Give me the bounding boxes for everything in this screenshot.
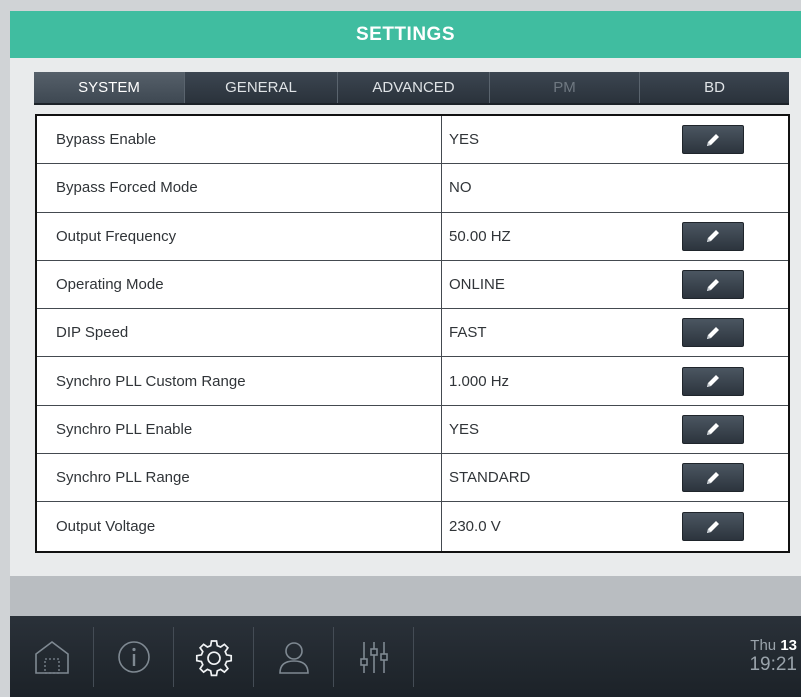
pencil-icon xyxy=(707,326,719,339)
pencil-icon xyxy=(707,133,719,146)
setting-value: YES xyxy=(449,131,480,149)
setting-value: 230.0 V xyxy=(449,518,501,536)
setting-action xyxy=(682,406,788,453)
edit-button[interactable] xyxy=(682,270,744,300)
tab-label: GENERAL xyxy=(225,79,297,96)
tab-label: ADVANCED xyxy=(372,79,455,96)
setting-action xyxy=(682,357,788,404)
settings-tabs: SYSTEM GENERAL ADVANCED PM BD xyxy=(34,72,789,105)
nav-home[interactable] xyxy=(10,626,94,687)
edit-button[interactable] xyxy=(682,512,744,542)
tab-system[interactable]: SYSTEM xyxy=(34,72,185,103)
tab-label: PM xyxy=(553,79,576,96)
tab-advanced[interactable]: ADVANCED xyxy=(338,72,490,103)
tab-pm: PM xyxy=(490,72,640,103)
clock-day: Thu xyxy=(750,636,777,654)
setting-label: Synchro PLL Range xyxy=(37,454,442,502)
user-icon xyxy=(278,641,309,674)
nav-controls[interactable] xyxy=(334,626,414,687)
settings-row-bypass-enable: Bypass Enable YES xyxy=(37,116,788,165)
setting-value: ONLINE xyxy=(449,276,505,294)
home-icon xyxy=(34,640,69,674)
setting-label: Output Voltage xyxy=(37,502,442,551)
setting-action xyxy=(682,502,788,550)
clock-day-date: Thu 13 xyxy=(749,637,797,654)
pencil-icon xyxy=(707,278,719,291)
footer-nav-bar: Thu 13 19:21 xyxy=(10,616,801,697)
settings-row-synchro-pll-range: Synchro PLL Range STANDARD xyxy=(37,454,788,503)
pencil-icon xyxy=(707,423,719,436)
settings-row-synchro-pll-enable: Synchro PLL Enable YES xyxy=(37,405,788,455)
info-icon xyxy=(117,640,150,673)
settings-row-bypass-forced-mode: Bypass Forced Mode NO xyxy=(37,164,788,213)
setting-label: Bypass Forced Mode xyxy=(37,164,442,212)
setting-label: DIP Speed xyxy=(37,309,442,357)
clock: Thu 13 19:21 xyxy=(749,637,801,676)
tab-label: BD xyxy=(704,79,725,96)
settings-header: SETTINGS xyxy=(10,11,801,58)
clock-time: 19:21 xyxy=(749,654,797,676)
settings-row-output-voltage: Output Voltage 230.0 V xyxy=(37,502,788,551)
edit-button[interactable] xyxy=(682,318,744,348)
settings-table: Bypass Enable YES Bypass Forced Mode NO … xyxy=(35,114,790,553)
nav-settings[interactable] xyxy=(174,626,254,687)
setting-value: FAST xyxy=(449,324,487,342)
setting-value: NO xyxy=(449,179,472,197)
nav-info[interactable] xyxy=(94,626,174,687)
setting-action xyxy=(682,309,788,356)
setting-action xyxy=(682,116,788,163)
edit-button[interactable] xyxy=(682,463,744,493)
clock-date: 13 xyxy=(780,636,797,654)
sliders-icon xyxy=(359,641,388,673)
setting-value: 1.000 Hz xyxy=(449,372,510,390)
setting-label: Output Frequency xyxy=(37,212,442,260)
settings-row-output-frequency: Output Frequency 50.00 HZ xyxy=(37,212,788,261)
edit-button[interactable] xyxy=(682,366,744,396)
tab-bd[interactable]: BD xyxy=(640,72,789,103)
pencil-icon xyxy=(707,471,719,484)
settings-row-dip-speed: DIP Speed FAST xyxy=(37,309,788,358)
nav-user[interactable] xyxy=(254,626,334,687)
pencil-icon xyxy=(707,375,719,388)
setting-label: Synchro PLL Enable xyxy=(37,405,442,454)
setting-value: STANDARD xyxy=(449,469,531,487)
settings-gear-icon xyxy=(195,639,232,676)
settings-row-operating-mode: Operating Mode ONLINE xyxy=(37,260,788,310)
page-title: SETTINGS xyxy=(355,23,455,45)
setting-label: Operating Mode xyxy=(37,260,442,309)
setting-value: 50.00 HZ xyxy=(449,227,511,245)
setting-label: Synchro PLL Custom Range xyxy=(37,357,442,405)
setting-action xyxy=(682,261,788,308)
setting-action xyxy=(682,454,788,501)
settings-row-synchro-pll-custom-range: Synchro PLL Custom Range 1.000 Hz xyxy=(37,357,788,406)
setting-label: Bypass Enable xyxy=(37,116,442,164)
status-strip xyxy=(10,576,801,616)
tab-general[interactable]: GENERAL xyxy=(185,72,338,103)
setting-action xyxy=(682,164,788,211)
tab-label: SYSTEM xyxy=(78,79,140,96)
edit-button[interactable] xyxy=(682,414,744,444)
setting-value: YES xyxy=(449,420,480,438)
pencil-icon xyxy=(707,520,719,533)
setting-action xyxy=(682,213,788,260)
pencil-icon xyxy=(707,230,719,243)
edit-button[interactable] xyxy=(682,221,744,251)
edit-button[interactable] xyxy=(682,125,744,155)
